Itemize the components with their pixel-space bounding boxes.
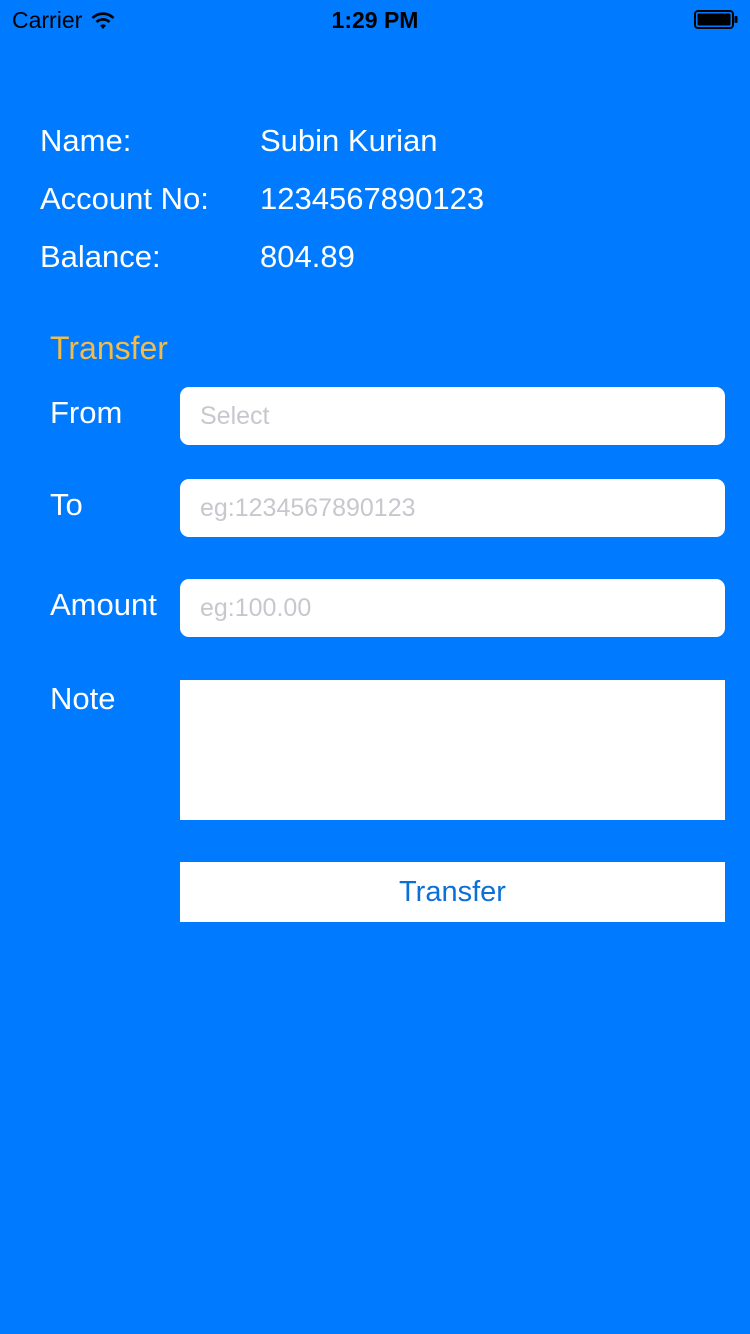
account-number-label: Account No: <box>40 181 209 216</box>
note-label: Note <box>50 681 116 716</box>
transfer-button[interactable]: Transfer <box>180 862 725 922</box>
status-bar: Carrier 1:29 PM <box>0 0 750 40</box>
transfer-section-title: Transfer <box>50 330 168 366</box>
amount-input[interactable] <box>180 579 725 637</box>
note-textarea[interactable] <box>180 680 725 820</box>
to-account-input[interactable] <box>180 479 725 537</box>
amount-label: Amount <box>50 587 157 622</box>
status-time: 1:29 PM <box>331 7 419 33</box>
name-label: Name: <box>40 123 132 158</box>
name-value: Subin Kurian <box>260 123 438 158</box>
account-number-value: 1234567890123 <box>260 181 485 216</box>
balance-value: 804.89 <box>260 239 355 274</box>
from-select[interactable]: Select <box>180 387 725 445</box>
from-label: From <box>50 395 123 430</box>
balance-label: Balance: <box>40 239 161 274</box>
battery-icon <box>694 10 738 29</box>
to-label: To <box>50 487 83 522</box>
